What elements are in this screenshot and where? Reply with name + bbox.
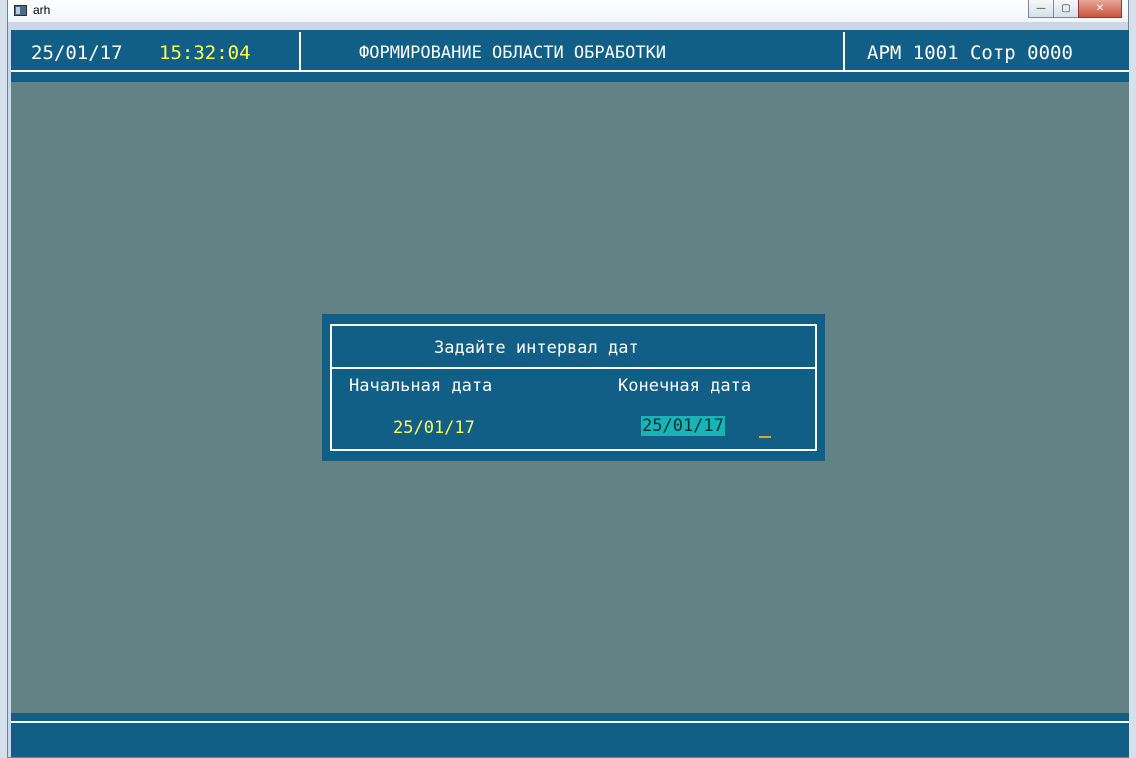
window-titlebar[interactable]: arh — ▢ ✕ <box>8 0 1128 22</box>
end-date-field[interactable]: 25/01/17 <box>641 416 725 436</box>
app-icon <box>14 5 27 16</box>
end-date-label: Конечная дата <box>618 376 752 396</box>
header-bar: 25/01/17 15:32:04 ФОРМИРОВАНИЕ ОБЛАСТИ О… <box>11 30 1129 82</box>
close-button[interactable]: ✕ <box>1078 0 1122 18</box>
text-cursor <box>759 436 771 438</box>
window-title: arh <box>33 3 51 17</box>
header-time: 15:32:04 <box>159 42 251 64</box>
workstation-info: АРМ 1001 Сотр 0000 <box>867 42 1073 64</box>
dialog-divider <box>330 367 817 369</box>
footer-bar <box>11 713 1129 757</box>
footer-divider <box>11 721 1129 723</box>
terminal-screen[interactable]: 25/01/17 15:32:04 ФОРМИРОВАНИЕ ОБЛАСТИ О… <box>11 30 1129 757</box>
start-date-field[interactable]: 25/01/17 <box>393 418 475 438</box>
minimize-button[interactable]: — <box>1028 0 1054 18</box>
window-controls: — ▢ ✕ <box>1028 0 1122 18</box>
dialog-title: Задайте интервал дат <box>434 338 639 358</box>
maximize-button[interactable]: ▢ <box>1053 0 1079 18</box>
start-date-label: Начальная дата <box>349 376 493 396</box>
date-interval-dialog: Задайте интервал дат Начальная дата Коне… <box>322 314 825 461</box>
header-date: 25/01/17 <box>31 42 123 64</box>
screen-title: ФОРМИРОВАНИЕ ОБЛАСТИ ОБРАБОТКИ <box>359 43 667 63</box>
